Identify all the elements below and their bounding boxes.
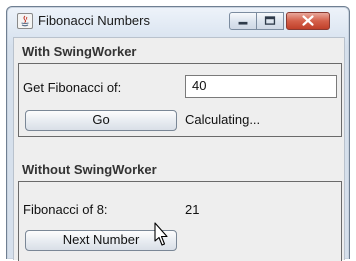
minimize-button[interactable] — [229, 12, 257, 30]
with-swingworker-panel: Get Fibonacci of: 40 Go Calculating... — [18, 63, 342, 137]
without-swingworker-panel: Fibonacci of 8: 21 Next Number — [18, 181, 342, 261]
fibonacci-input-field[interactable]: 40 — [185, 75, 337, 98]
app-window: Fibonacci Numbers With SwingWorker Get F… — [6, 6, 350, 261]
content-pane: With SwingWorker Get Fibonacci of: 40 Go… — [13, 37, 345, 261]
without-swingworker-heading: Without SwingWorker — [22, 162, 157, 177]
minimize-icon — [238, 21, 248, 25]
with-swingworker-heading: With SwingWorker — [22, 44, 137, 59]
close-icon — [302, 15, 314, 26]
calculation-status: Calculating... — [185, 112, 261, 127]
mouse-pointer-icon — [154, 222, 168, 246]
title-bar[interactable]: Fibonacci Numbers — [7, 7, 349, 35]
fibonacci-input-label: Get Fibonacci of: — [23, 80, 122, 95]
go-button[interactable]: Go — [25, 110, 177, 131]
close-button[interactable] — [286, 12, 330, 30]
window-title: Fibonacci Numbers — [38, 13, 150, 28]
maximize-icon — [264, 16, 276, 25]
fibonacci-result-value: 21 — [185, 202, 200, 217]
maximize-button[interactable] — [257, 12, 284, 30]
fibonacci-result-label: Fibonacci of 8: — [23, 202, 108, 217]
java-app-icon — [17, 13, 33, 29]
